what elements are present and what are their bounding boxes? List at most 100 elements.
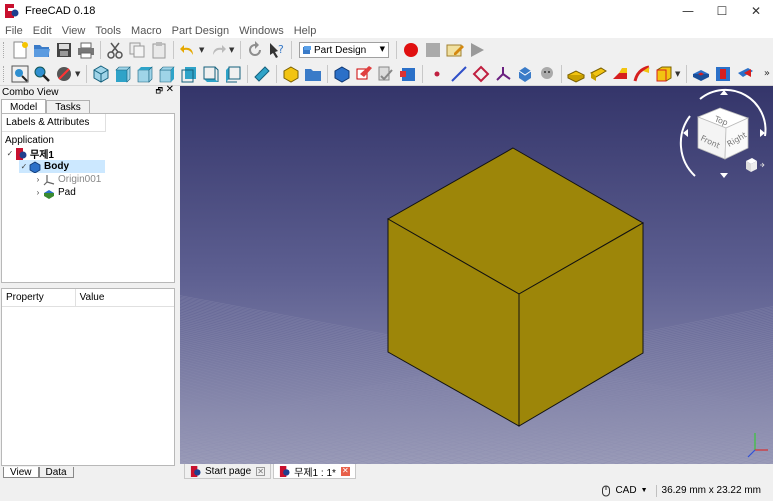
additive-primitive-dropdown-icon[interactable]: ▼ xyxy=(675,70,683,78)
property-column-header[interactable]: Property xyxy=(2,289,76,306)
datum-point-icon[interactable] xyxy=(426,63,448,85)
pocket-icon[interactable] xyxy=(690,63,712,85)
view-front-icon[interactable] xyxy=(112,63,134,85)
svg-text:?: ? xyxy=(278,43,284,56)
expand-arrow-icon[interactable]: › xyxy=(33,188,43,197)
toolbar-grip[interactable] xyxy=(3,42,6,58)
datum-line-icon[interactable] xyxy=(448,63,470,85)
collapse-arrow-icon[interactable]: ✓ xyxy=(5,149,15,158)
origin-icon xyxy=(43,174,55,185)
tab-view[interactable]: View xyxy=(3,467,39,478)
pad-icon[interactable] xyxy=(565,63,587,85)
menu-tools[interactable]: Tools xyxy=(90,25,126,37)
print-icon[interactable] xyxy=(75,39,97,61)
draw-style-dropdown-icon[interactable]: ▼ xyxy=(75,70,83,78)
menu-part-design[interactable]: Part Design xyxy=(167,25,234,37)
refresh-icon[interactable] xyxy=(244,39,266,61)
toolbar-grip[interactable] xyxy=(3,65,6,82)
undo-icon[interactable] xyxy=(177,39,199,61)
workbench-label: Part Design xyxy=(314,44,367,56)
additive-primitive-icon[interactable] xyxy=(653,63,675,85)
menu-windows[interactable]: Windows xyxy=(234,25,289,37)
tree-label-document: 무제1 xyxy=(30,150,54,161)
new-document-icon[interactable] xyxy=(9,39,31,61)
tab-document[interactable]: 무제1 : 1* ✕ xyxy=(273,464,356,479)
menu-macro[interactable]: Macro xyxy=(126,25,167,37)
hole-icon[interactable] xyxy=(712,63,734,85)
paste-icon[interactable] xyxy=(148,39,170,61)
copy-icon[interactable] xyxy=(126,39,148,61)
tree-label-application: Application xyxy=(5,135,54,146)
property-tabs: View Data xyxy=(3,467,74,479)
undo-dropdown-icon[interactable]: ▼ xyxy=(199,46,207,54)
whats-this-icon[interactable]: ? xyxy=(266,39,288,61)
redo-icon[interactable] xyxy=(207,39,229,61)
menu-edit[interactable]: Edit xyxy=(28,25,57,37)
3d-viewport[interactable]: Top Front Right xyxy=(180,86,773,464)
tree-item-document[interactable]: ✓ 무제1 xyxy=(5,147,54,161)
fit-all-icon[interactable] xyxy=(9,63,31,85)
property-header: Property Value xyxy=(2,289,174,307)
scene-canvas: Top Front Right xyxy=(180,86,773,464)
clone-icon[interactable] xyxy=(536,63,558,85)
view-left-icon[interactable] xyxy=(222,63,244,85)
value-column-header[interactable]: Value xyxy=(76,289,174,306)
undock-icon[interactable]: 🗗 xyxy=(155,85,163,99)
minimize-button[interactable]: — xyxy=(671,0,705,22)
create-sketch-icon[interactable] xyxy=(353,63,375,85)
revolution-icon[interactable] xyxy=(587,63,609,85)
stop-macro-icon[interactable] xyxy=(422,39,444,61)
view-bottom-icon[interactable] xyxy=(200,63,222,85)
tab-data[interactable]: Data xyxy=(38,467,74,478)
create-part-icon[interactable] xyxy=(280,63,302,85)
close-window-button[interactable]: ✕ xyxy=(739,0,773,22)
open-folder-icon[interactable] xyxy=(31,39,53,61)
freecad-logo-icon xyxy=(280,465,290,477)
menu-file[interactable]: File xyxy=(0,25,28,37)
redo-dropdown-icon[interactable]: ▼ xyxy=(229,46,237,54)
edit-macro-icon[interactable] xyxy=(444,39,466,61)
tab-start-page-label: Start page xyxy=(205,465,252,477)
sub-shape-binder-icon[interactable] xyxy=(514,63,536,85)
close-tab-icon[interactable]: ✕ xyxy=(256,466,266,476)
close-tab-icon[interactable]: ✕ xyxy=(340,466,350,476)
navigation-style-selector[interactable]: CAD ▼ xyxy=(601,484,657,497)
tab-model[interactable]: Model xyxy=(1,99,47,114)
view-top-icon[interactable] xyxy=(134,63,156,85)
tab-tasks[interactable]: Tasks xyxy=(46,100,90,114)
local-coordinate-system-icon[interactable] xyxy=(492,63,514,85)
validate-sketch-icon[interactable] xyxy=(375,63,397,85)
shape-binder-icon[interactable] xyxy=(397,63,419,85)
expand-arrow-icon[interactable]: › xyxy=(33,175,43,184)
measure-distance-icon[interactable] xyxy=(251,63,273,85)
view-rear-icon[interactable] xyxy=(178,63,200,85)
toolbar-overflow-icon[interactable]: » xyxy=(764,68,770,79)
maximize-button[interactable]: ☐ xyxy=(705,0,739,22)
tree-item-body[interactable]: ✓ Body xyxy=(19,160,105,173)
menu-view[interactable]: View xyxy=(57,25,91,37)
fit-selection-icon[interactable] xyxy=(31,63,53,85)
tree-item-origin[interactable]: › Origin001 xyxy=(33,173,102,186)
groove-icon[interactable] xyxy=(734,63,756,85)
title-bar: FreeCAD 0.18 — ☐ ✕ xyxy=(0,0,773,22)
cut-icon[interactable] xyxy=(104,39,126,61)
view-isometric-icon[interactable] xyxy=(90,63,112,85)
save-icon[interactable] xyxy=(53,39,75,61)
toolbar-row-2: ▼ ▼ » xyxy=(0,62,773,86)
create-body-icon[interactable] xyxy=(331,63,353,85)
additive-pipe-icon[interactable] xyxy=(631,63,653,85)
collapse-arrow-icon[interactable]: ✓ xyxy=(19,162,29,171)
create-group-icon[interactable] xyxy=(302,63,324,85)
draw-style-icon[interactable] xyxy=(53,63,75,85)
workbench-selector[interactable]: Part Design ▼ xyxy=(299,42,389,58)
run-macro-icon[interactable] xyxy=(466,39,488,61)
additive-loft-icon[interactable] xyxy=(609,63,631,85)
record-macro-icon[interactable] xyxy=(400,39,422,61)
tree-item-pad[interactable]: › Pad xyxy=(33,186,76,199)
datum-plane-icon[interactable] xyxy=(470,63,492,85)
tree-column-header[interactable]: Labels & Attributes xyxy=(2,114,106,132)
close-panel-icon[interactable]: ✕ xyxy=(166,84,174,95)
tab-start-page[interactable]: Start page ✕ xyxy=(184,464,272,479)
view-right-icon[interactable] xyxy=(156,63,178,85)
menu-help[interactable]: Help xyxy=(289,25,322,37)
